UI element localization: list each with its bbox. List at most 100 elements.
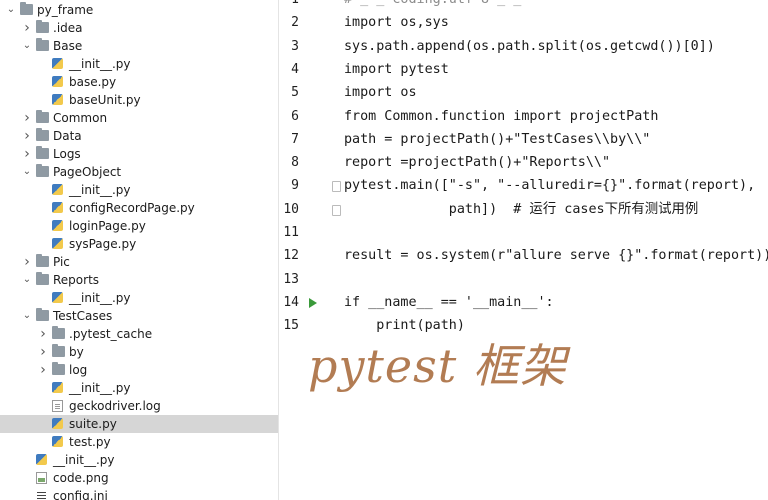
tree-item-label: Data: [53, 129, 82, 143]
tree-item[interactable]: geckodriver.log: [0, 397, 278, 415]
tree-item[interactable]: __init__.py: [0, 55, 278, 73]
code-line[interactable]: import pytest: [344, 58, 449, 81]
tree-item-label: Logs: [53, 147, 81, 161]
chevron-down-icon[interactable]: ⌄: [22, 37, 32, 55]
line-number: 8: [291, 155, 299, 171]
editor-gutter: 123456789101112131415: [279, 0, 341, 500]
python-file-icon: [52, 58, 63, 69]
code-editor[interactable]: # _*_ coding:utf-8 _*_import os,syssys.p…: [336, 0, 768, 500]
chevron-right-icon[interactable]: ›: [22, 127, 32, 145]
tree-item[interactable]: __init__.py: [0, 289, 278, 307]
folder-icon: [36, 20, 49, 33]
line-number: 6: [291, 108, 299, 124]
tree-item[interactable]: __init__.py: [0, 181, 278, 199]
tree-item[interactable]: ⌄ py_frame: [0, 1, 278, 19]
tree-item[interactable]: base.py: [0, 73, 278, 91]
chevron-right-icon[interactable]: ›: [22, 19, 32, 37]
chevron-right-icon[interactable]: ›: [38, 325, 48, 343]
code-line[interactable]: result = os.system(r"allure serve {}".fo…: [344, 244, 768, 267]
tree-item-label: __init__.py: [69, 183, 131, 197]
line-number: 12: [283, 248, 299, 264]
tree-item[interactable]: loginPage.py: [0, 217, 278, 235]
tree-item-label: log: [69, 363, 88, 377]
tree-item-label: Reports: [53, 273, 100, 287]
chevron-right-icon[interactable]: ›: [22, 145, 32, 163]
line-number: 5: [291, 85, 299, 101]
tree-item-label: __init__.py: [69, 57, 131, 71]
tree-item-label: code.png: [53, 471, 109, 485]
tree-item[interactable]: baseUnit.py: [0, 91, 278, 109]
project-tree-panel: ⌄ py_frame › .idea ⌄ Base __init__.py base.py ba…: [0, 0, 279, 500]
tree-item[interactable]: test.py: [0, 433, 278, 451]
code-line[interactable]: sys.path.append(os.path.split(os.getcwd(…: [344, 35, 715, 58]
tree-item-label: baseUnit.py: [69, 93, 141, 107]
code-line[interactable]: pytest.main(["-s", "--alluredir={}".form…: [344, 174, 755, 197]
tree-item[interactable]: ⌄ PageObject: [0, 163, 278, 181]
code-line[interactable]: if __name__ == '__main__':: [344, 291, 554, 314]
folder-icon: [52, 344, 65, 357]
code-line[interactable]: import os: [344, 81, 417, 104]
tree-item-label: test.py: [69, 435, 111, 449]
run-icon[interactable]: [309, 297, 317, 308]
chevron-right-icon[interactable]: ›: [38, 343, 48, 361]
line-number: 3: [291, 38, 299, 54]
python-file-icon: [52, 292, 63, 303]
folder-icon: [36, 38, 49, 51]
python-file-icon: [52, 94, 63, 105]
chevron-right-icon[interactable]: ›: [22, 253, 32, 271]
python-file-icon: [36, 454, 47, 465]
code-line[interactable]: path]) # 运行 cases下所有测试用例: [344, 198, 699, 221]
tree-item-label: __init__.py: [69, 291, 131, 305]
tree-item[interactable]: › Data: [0, 127, 278, 145]
tree-item[interactable]: › .idea: [0, 19, 278, 37]
folder-icon: [36, 254, 49, 267]
config-file-icon: [36, 490, 47, 500]
tree-item[interactable]: sysPage.py: [0, 235, 278, 253]
line-number: 13: [283, 271, 299, 287]
log-file-icon: [52, 400, 63, 412]
tree-item[interactable]: › Common: [0, 109, 278, 127]
tree-item[interactable]: › Pic: [0, 253, 278, 271]
chevron-down-icon[interactable]: ⌄: [22, 271, 32, 289]
tree-item[interactable]: code.png: [0, 469, 278, 487]
tree-item[interactable]: › log: [0, 361, 278, 379]
chevron-right-icon[interactable]: ›: [22, 109, 32, 127]
tree-item-label: Common: [53, 111, 108, 125]
chevron-right-icon[interactable]: ›: [38, 361, 48, 379]
tree-item[interactable]: config.ini: [0, 487, 278, 500]
image-file-icon: [36, 472, 47, 484]
line-number: 2: [291, 15, 299, 31]
code-line[interactable]: from Common.function import projectPath: [344, 105, 658, 128]
chevron-down-icon[interactable]: ⌄: [22, 307, 32, 325]
tree-item[interactable]: suite.py: [0, 415, 278, 433]
tree-item-label: __init__.py: [69, 381, 131, 395]
tree-item[interactable]: ⌄ Base: [0, 37, 278, 55]
code-line[interactable]: report =projectPath()+"Reports\\": [344, 151, 610, 174]
tree-item[interactable]: configRecordPage.py: [0, 199, 278, 217]
tree-item[interactable]: › by: [0, 343, 278, 361]
tree-item-label: sysPage.py: [69, 237, 137, 251]
line-number: 14: [283, 294, 299, 310]
code-line[interactable]: import os,sys: [344, 11, 449, 34]
chevron-down-icon[interactable]: ⌄: [6, 1, 16, 19]
folder-icon: [36, 308, 49, 321]
tree-item[interactable]: ⌄ TestCases: [0, 307, 278, 325]
folder-icon: [52, 326, 65, 339]
tree-item-label: suite.py: [69, 417, 117, 431]
code-line[interactable]: path = projectPath()+"TestCases\\by\\": [344, 128, 650, 151]
line-number: 9: [291, 178, 299, 194]
tree-item[interactable]: › .pytest_cache: [0, 325, 278, 343]
code-line[interactable]: # _*_ coding:utf-8 _*_: [344, 0, 521, 11]
tree-item-label: py_frame: [37, 3, 94, 17]
line-number: 1: [279, 0, 299, 11]
line-number: 10: [283, 201, 299, 217]
tree-item[interactable]: › Logs: [0, 145, 278, 163]
tree-item[interactable]: ⌄ Reports: [0, 271, 278, 289]
folder-icon: [20, 2, 33, 15]
tree-item-label: .pytest_cache: [69, 327, 153, 341]
tree-item-label: loginPage.py: [69, 219, 146, 233]
folder-icon: [36, 164, 49, 177]
tree-item[interactable]: __init__.py: [0, 379, 278, 397]
tree-item[interactable]: __init__.py: [0, 451, 278, 469]
chevron-down-icon[interactable]: ⌄: [22, 163, 32, 181]
